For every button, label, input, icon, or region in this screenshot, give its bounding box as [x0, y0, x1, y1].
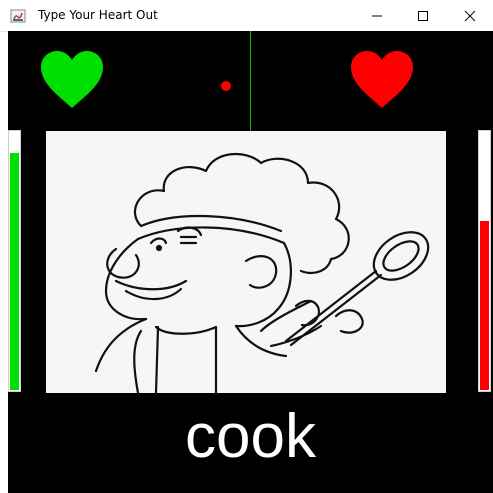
right-health-bar — [478, 130, 491, 392]
title-bar: Type Your Heart Out — [0, 0, 493, 32]
minimize-button[interactable] — [354, 0, 400, 31]
center-divider — [250, 31, 251, 131]
left-health-bar — [8, 130, 21, 392]
minimize-icon — [372, 15, 382, 17]
ball — [221, 81, 231, 91]
game-canvas[interactable]: cook — [8, 31, 493, 493]
left-health-fill — [10, 153, 19, 390]
java-app-icon — [10, 8, 26, 24]
right-health-fill — [480, 221, 489, 390]
right-player-heart-icon — [351, 51, 413, 108]
chef-drawing — [46, 131, 446, 393]
close-icon — [464, 10, 476, 22]
maximize-icon — [418, 11, 428, 21]
maximize-button[interactable] — [400, 0, 446, 31]
window-title: Type Your Heart Out — [38, 8, 158, 22]
current-word: cook — [185, 402, 316, 471]
close-button[interactable] — [447, 0, 493, 31]
left-player-heart-icon — [41, 51, 103, 108]
